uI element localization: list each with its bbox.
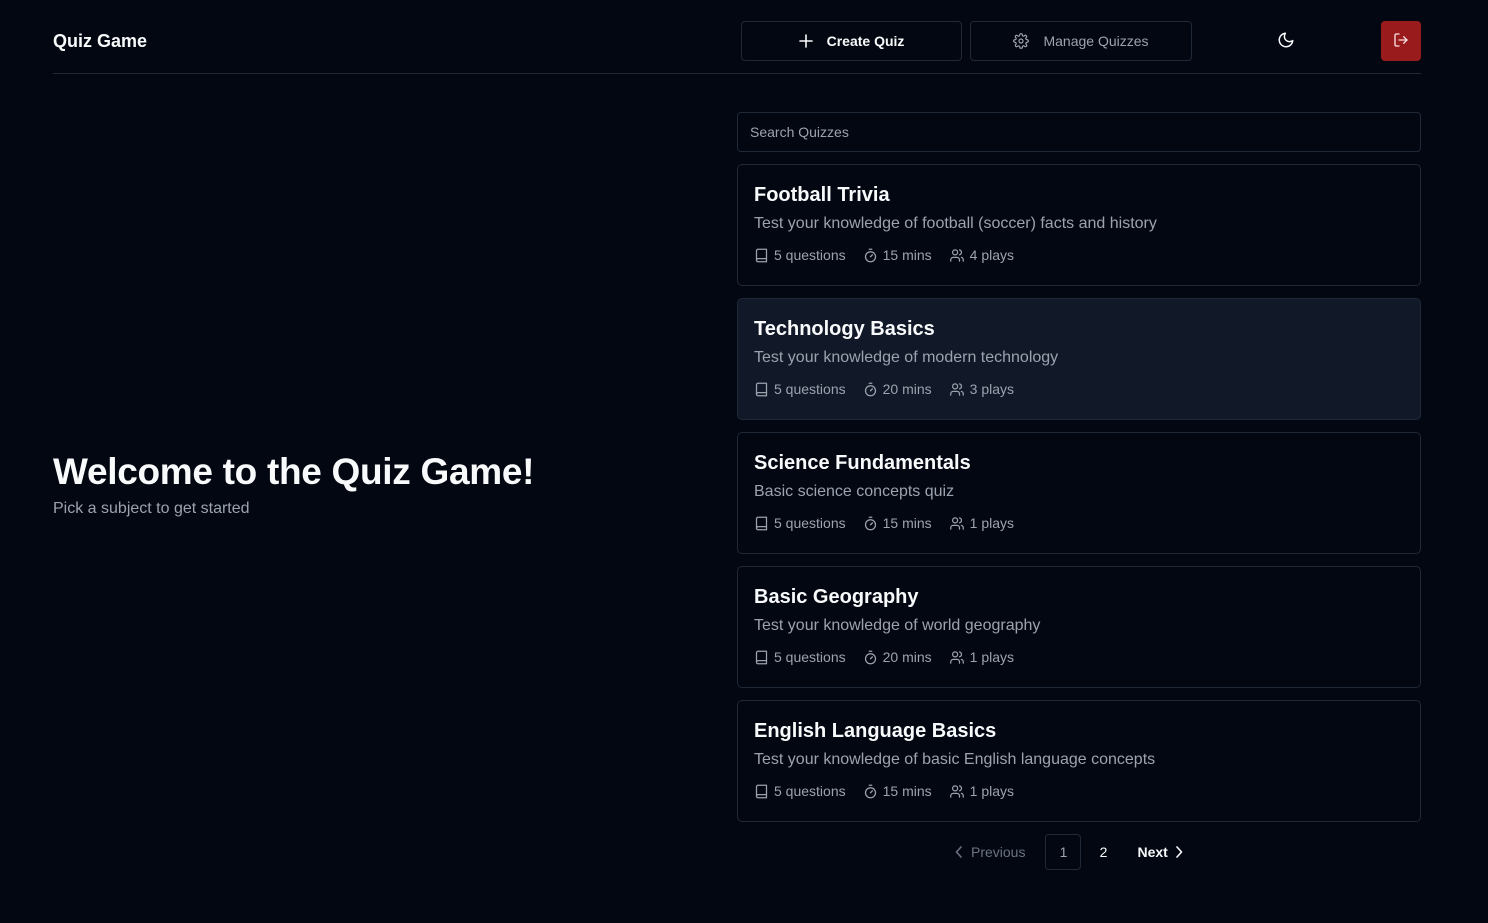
manage-quizzes-button[interactable]: Manage Quizzes <box>970 21 1192 61</box>
questions-count: 5 questions <box>774 247 846 263</box>
plays-count: 4 plays <box>969 247 1014 263</box>
book-icon <box>755 248 768 262</box>
page-1-button[interactable]: 1 <box>1045 834 1082 870</box>
book-icon <box>755 516 768 530</box>
quiz-meta: 5 questions 20 mins 3 plays <box>754 381 1404 397</box>
quiz-questions: 5 questions <box>754 783 846 799</box>
quiz-description: Basic science concepts quiz <box>754 483 955 500</box>
quiz-plays: 1 plays <box>949 649 1014 665</box>
users-icon <box>949 248 964 262</box>
timer-icon <box>864 650 876 664</box>
pagination: Previous 1 2 Next <box>955 834 1183 870</box>
previous-page-button[interactable]: Previous <box>955 844 1025 860</box>
quiz-card[interactable]: Science Fundamentals Basic science conce… <box>737 432 1421 554</box>
quiz-description: Test your knowledge of modern technology <box>754 349 1059 366</box>
duration-text: 15 mins <box>882 247 932 263</box>
gear-icon <box>1013 33 1030 49</box>
quiz-list: Football Trivia Test your knowledge of f… <box>737 164 1421 834</box>
quiz-questions: 5 questions <box>754 649 846 665</box>
quiz-description: Test your knowledge of football (soccer)… <box>754 215 1157 232</box>
quiz-questions: 5 questions <box>754 381 846 397</box>
timer-icon <box>864 516 876 530</box>
quiz-duration: 20 mins <box>863 649 932 665</box>
questions-count: 5 questions <box>774 783 846 799</box>
quiz-meta: 5 questions 15 mins 1 plays <box>754 515 1404 531</box>
timer-icon <box>864 382 876 396</box>
chevron-right-icon <box>1176 846 1183 858</box>
quiz-duration: 15 mins <box>863 247 932 263</box>
quiz-title: English Language Basics <box>754 720 997 742</box>
welcome-section: Welcome to the Quiz Game! Pick a subject… <box>53 450 534 518</box>
quiz-card[interactable]: English Language Basics Test your knowle… <box>737 700 1421 822</box>
plays-count: 1 plays <box>969 783 1014 799</box>
users-icon <box>949 784 964 798</box>
book-icon <box>755 650 768 664</box>
timer-icon <box>864 784 876 798</box>
duration-text: 15 mins <box>882 515 932 531</box>
welcome-title: Welcome to the Quiz Game! <box>53 451 535 492</box>
manage-quizzes-label: Manage Quizzes <box>1043 33 1149 49</box>
quiz-meta: 5 questions 15 mins 1 plays <box>754 783 1404 799</box>
duration-text: 20 mins <box>882 381 932 397</box>
users-icon <box>949 516 964 530</box>
logout-icon <box>1393 32 1409 51</box>
quiz-description: Test your knowledge of world geography <box>754 617 1041 634</box>
plays-count: 3 plays <box>969 381 1014 397</box>
quiz-title: Football Trivia <box>754 184 890 206</box>
users-icon <box>949 382 964 396</box>
logout-button[interactable] <box>1381 21 1421 61</box>
questions-count: 5 questions <box>774 381 846 397</box>
quiz-questions: 5 questions <box>754 247 846 263</box>
theme-toggle-button[interactable] <box>1265 21 1307 61</box>
create-quiz-label: Create Quiz <box>826 33 905 49</box>
plays-count: 1 plays <box>969 649 1014 665</box>
duration-text: 15 mins <box>882 783 932 799</box>
quiz-plays: 3 plays <box>949 381 1014 397</box>
quiz-plays: 1 plays <box>949 783 1014 799</box>
top-bar: Quiz Game Create Quiz Manage Quizzes <box>53 0 1421 74</box>
quiz-plays: 4 plays <box>949 247 1014 263</box>
book-icon <box>755 382 768 396</box>
quiz-meta: 5 questions 15 mins 4 plays <box>754 247 1404 263</box>
plus-icon <box>798 34 813 48</box>
users-icon <box>949 650 964 664</box>
quiz-card[interactable]: Basic Geography Test your knowledge of w… <box>737 566 1421 688</box>
chevron-left-icon <box>955 846 962 858</box>
quiz-duration: 15 mins <box>863 515 932 531</box>
quiz-card[interactable]: Football Trivia Test your knowledge of f… <box>737 164 1421 286</box>
questions-count: 5 questions <box>774 515 846 531</box>
next-page-button[interactable]: Next <box>1137 844 1183 860</box>
quiz-title: Technology Basics <box>754 318 935 340</box>
duration-text: 20 mins <box>882 649 932 665</box>
create-quiz-button[interactable]: Create Quiz <box>741 21 962 61</box>
timer-icon <box>864 248 876 262</box>
previous-label: Previous <box>971 844 1026 860</box>
quiz-plays: 1 plays <box>949 515 1014 531</box>
page-2-button[interactable]: 2 <box>1085 834 1121 870</box>
plays-count: 1 plays <box>969 515 1014 531</box>
quiz-description: Test your knowledge of basic English lan… <box>754 751 1156 768</box>
quiz-title: Basic Geography <box>754 586 919 608</box>
search-input[interactable] <box>737 112 1421 152</box>
questions-count: 5 questions <box>774 649 846 665</box>
quiz-title: Science Fundamentals <box>754 452 971 474</box>
quiz-card[interactable]: Technology Basics Test your knowledge of… <box>737 298 1421 420</box>
quiz-questions: 5 questions <box>754 515 846 531</box>
quiz-duration: 20 mins <box>863 381 932 397</box>
quiz-meta: 5 questions 20 mins 1 plays <box>754 649 1404 665</box>
moon-icon <box>1277 31 1295 52</box>
app-title: Quiz Game <box>53 31 148 51</box>
welcome-subtitle: Pick a subject to get started <box>53 500 250 517</box>
quiz-duration: 15 mins <box>863 783 932 799</box>
next-label: Next <box>1137 844 1168 860</box>
book-icon <box>755 784 768 798</box>
